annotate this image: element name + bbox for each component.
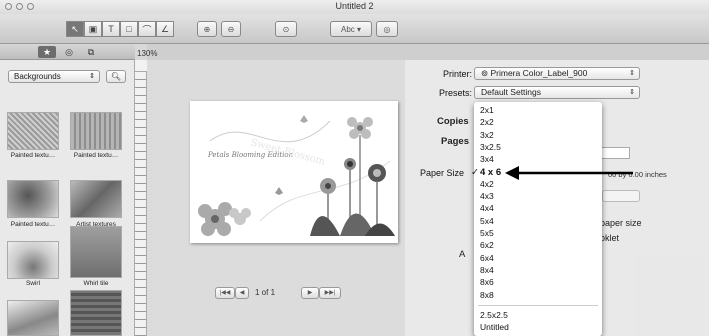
- window-title: Untitled 2: [335, 1, 374, 11]
- canvas-header: [147, 44, 709, 60]
- paper-size-option[interactable]: Untitled: [480, 322, 509, 332]
- printer-label: Printer:: [442, 69, 472, 79]
- paper-size-option[interactable]: 4x3: [480, 191, 494, 201]
- star-icon[interactable]: ★: [38, 46, 56, 58]
- thumbnail-whirl-tile[interactable]: [70, 226, 122, 278]
- paper-size-label: Paper Size: [420, 168, 465, 178]
- image-tool-icon[interactable]: ▣: [84, 21, 102, 37]
- paper-size-option[interactable]: 8x6: [480, 277, 494, 287]
- rectangle-tool-icon[interactable]: □: [120, 21, 138, 37]
- magnifier-icon[interactable]: 🔍︎: [106, 70, 126, 83]
- checkmark-icon: ✓: [471, 166, 479, 178]
- title-bar: Untitled 2: [0, 0, 709, 14]
- arrow-annotation: [505, 166, 633, 180]
- thumbnail-painted-texture-3[interactable]: [7, 180, 59, 218]
- paper-size-option[interactable]: 2x1: [480, 105, 494, 115]
- last-page-button[interactable]: ▶▶|: [319, 287, 341, 299]
- next-page-button[interactable]: ▶: [301, 287, 319, 299]
- pages-label: Pages: [441, 136, 469, 147]
- paper-size-menu: 2x1 2x2 3x2 3x2.5 3x4 4 x 6 ✓ 4x2 4x3 4x4 5x4 5x5 6x…: [471, 102, 602, 336]
- sheet-option-select[interactable]: [602, 190, 640, 202]
- thumbnail-swirl[interactable]: [7, 241, 59, 279]
- presets-value: Default Settings: [481, 87, 542, 97]
- fit-view-button[interactable]: ⊙: [275, 21, 297, 37]
- toolbar: ↖ ▣ T □ ⌒ ∠ ⊕ ⊖ ⊙ Abc ▾ ◎: [0, 14, 709, 44]
- paper-size-option[interactable]: 3x2.5: [480, 142, 501, 152]
- thumbnail-painted-texture-2[interactable]: [70, 112, 122, 150]
- text-style-button[interactable]: Abc ▾: [330, 21, 372, 37]
- printer-value: ⊚ Primera Color_Label_900: [481, 68, 588, 78]
- page-indicator: 1 of 1: [255, 288, 276, 297]
- thumbnail-artist-textures[interactable]: [70, 180, 122, 218]
- flower-artwork: Petals Blooming Edition Sweet Blossom: [198, 115, 395, 236]
- presets-select[interactable]: Default Settings ⇕: [474, 86, 640, 99]
- scale-to-paper-size-checkbox[interactable]: paper size: [600, 218, 642, 228]
- thumbnail-label: Whirl tile: [83, 280, 109, 287]
- thumbnail-painted-texture-1[interactable]: [7, 112, 59, 150]
- thumbnail-label: Painted textu…: [10, 152, 56, 159]
- copies-label: Copies: [437, 116, 469, 127]
- chevron-updown-icon: ⇕: [629, 89, 635, 96]
- vertical-ruler: [135, 72, 147, 336]
- page-navigator: |◀◀ ◀ 1 of 1 ▶ ▶▶|: [215, 287, 365, 299]
- paper-size-option[interactable]: 2.5x2.5: [480, 310, 508, 320]
- paper-size-option[interactable]: 6x4: [480, 253, 494, 263]
- paper-size-option[interactable]: 4x2: [480, 179, 494, 189]
- zoom-level: 130%: [137, 49, 158, 58]
- color-button[interactable]: ◎: [376, 21, 398, 37]
- booklet-checkbox[interactable]: oklet: [600, 233, 619, 243]
- layers-icon[interactable]: ⧉: [82, 46, 100, 58]
- thumbnail-label: Swirl: [25, 280, 41, 287]
- paper-size-option[interactable]: 8x8: [480, 290, 494, 300]
- paper-size-option[interactable]: 5x5: [480, 228, 494, 238]
- category-label: Backgrounds: [14, 72, 61, 81]
- sidebar: ★ ◎ ⧉ Backgrounds ⇕ 🔍︎ Painted textu… Pa…: [0, 44, 135, 336]
- zoom-out-button[interactable]: ⊖: [221, 21, 241, 37]
- paper-size-option[interactable]: 3x2: [480, 130, 494, 140]
- zoom-in-button[interactable]: ⊕: [197, 21, 217, 37]
- thumbnail-label: Painted textu…: [73, 152, 119, 159]
- a-label: A: [459, 249, 466, 260]
- thumbnail-extra-1[interactable]: [7, 300, 59, 336]
- paper-size-option[interactable]: 8x4: [480, 265, 494, 275]
- thumbnail-label: Painted textu…: [10, 221, 56, 228]
- presets-label: Presets:: [438, 88, 472, 98]
- line-tool-icon[interactable]: ∠: [156, 21, 174, 37]
- paper-size-option[interactable]: 5x4: [480, 216, 494, 226]
- first-page-button[interactable]: |◀◀: [215, 287, 235, 299]
- paper-size-option[interactable]: 6x2: [480, 240, 494, 250]
- menu-separator: [478, 304, 598, 306]
- select-tool-icon[interactable]: ↖: [66, 21, 84, 37]
- category-select[interactable]: Backgrounds ⇕: [8, 70, 100, 83]
- camera-icon[interactable]: ◎: [60, 46, 78, 58]
- text-tool-icon[interactable]: T: [102, 21, 120, 37]
- paper-size-option[interactable]: 4 x 6 ✓: [471, 167, 501, 178]
- thumbnail-extra-2[interactable]: [70, 290, 122, 336]
- printer-select[interactable]: ⊚ Primera Color_Label_900 ⇕: [474, 67, 640, 80]
- paper-size-option[interactable]: 2x2: [480, 117, 494, 127]
- chevron-down-icon: ⇕: [89, 73, 95, 80]
- card-preview[interactable]: Petals Blooming Edition Sweet Blossom: [190, 101, 398, 243]
- curve-tool-icon[interactable]: ⌒: [138, 21, 156, 37]
- chevron-updown-icon: ⇕: [629, 70, 635, 77]
- pages-input[interactable]: [600, 147, 630, 159]
- paper-size-option[interactable]: 3x4: [480, 154, 494, 164]
- sidebar-tabs: ★ ◎ ⧉: [0, 44, 135, 60]
- paper-size-option[interactable]: 4x4: [480, 203, 494, 213]
- previous-page-button[interactable]: ◀: [235, 287, 249, 299]
